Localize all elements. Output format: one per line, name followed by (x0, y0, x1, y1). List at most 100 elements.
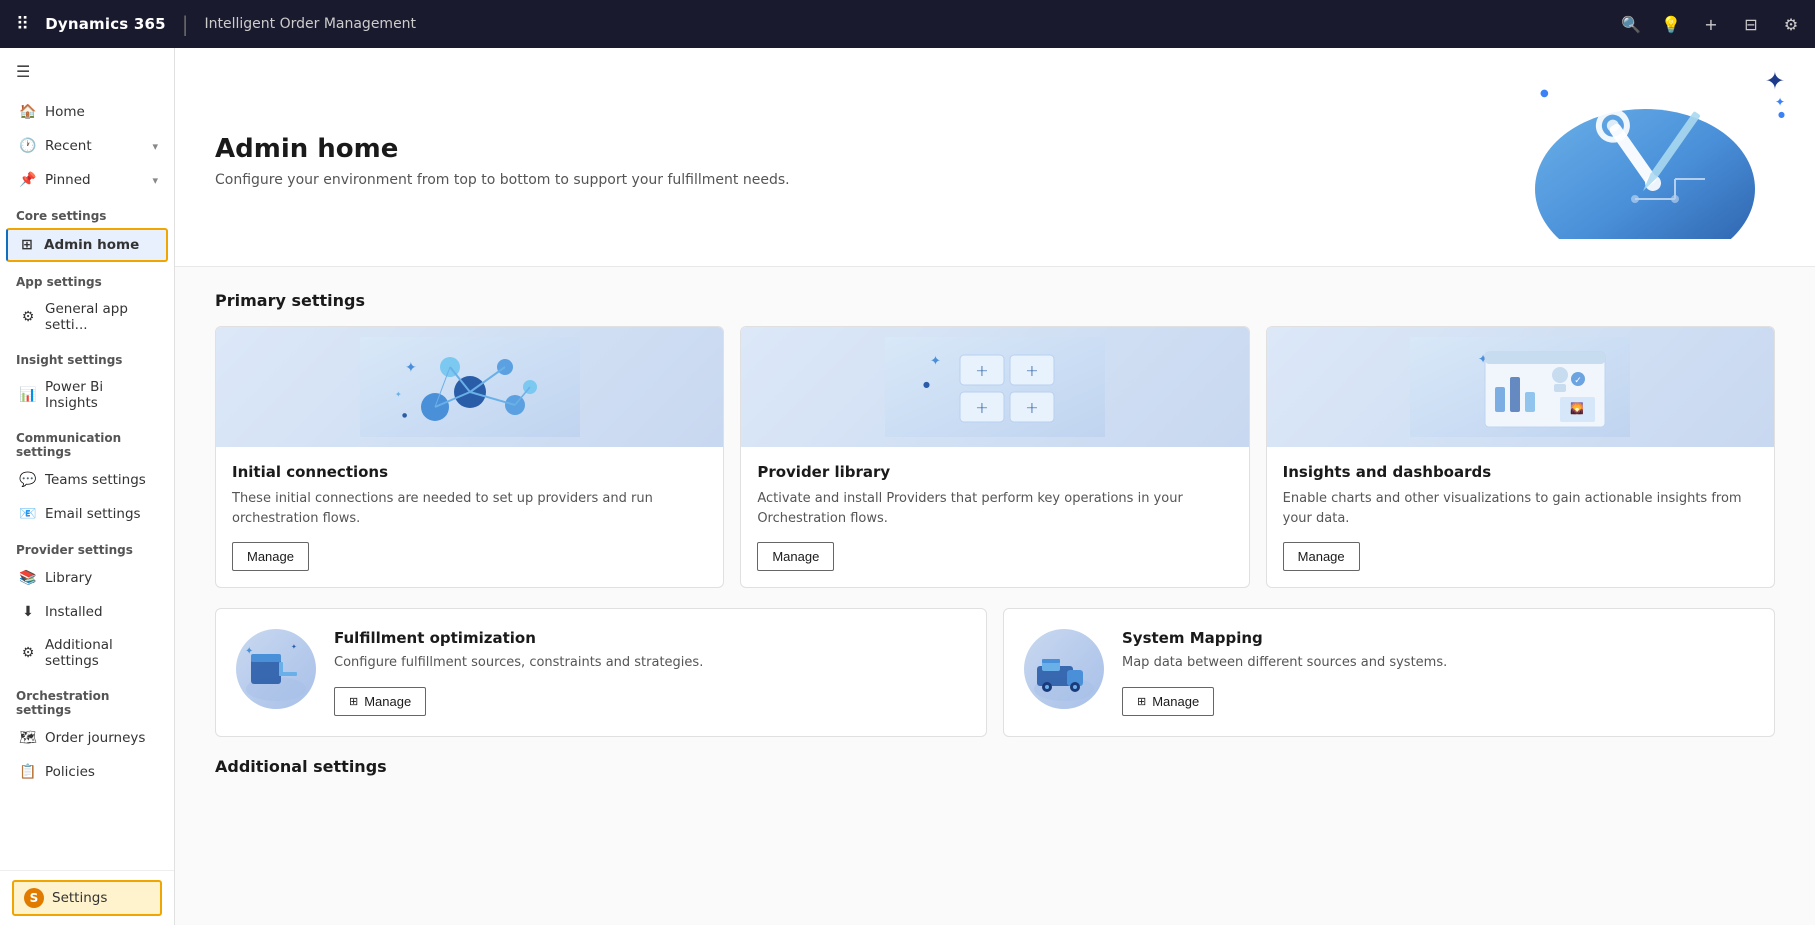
card-initial-connections-body: Initial connections These initial connec… (216, 447, 723, 587)
svg-text:🌄: 🌄 (1570, 402, 1584, 415)
manage-button-provider-library[interactable]: Manage (757, 542, 834, 571)
additional-settings-title: Additional settings (215, 757, 1775, 776)
hero-text: Admin home Configure your environment fr… (215, 134, 790, 188)
sidebar-item-library[interactable]: 📚 Library (0, 561, 174, 595)
manage-button-initial-connections[interactable]: Manage (232, 542, 309, 571)
sidebar-item-additional[interactable]: ⚙ Additional settings (0, 629, 174, 677)
manage-button-system-mapping[interactable]: ⊞ Manage (1122, 687, 1214, 716)
svg-text:✦: ✦ (405, 360, 417, 376)
hamburger-menu[interactable]: ☰ (0, 48, 174, 95)
card-provider-library-desc: Activate and install Providers that perf… (757, 489, 1232, 528)
section-orchestration-settings: Orchestration settings (0, 677, 174, 721)
home-icon: 🏠 (19, 103, 37, 121)
teams-icon: 💬 (19, 471, 37, 489)
manage-label: Manage (364, 694, 411, 709)
sidebar-item-power-bi[interactable]: 📊 Power Bi Insights (0, 371, 174, 419)
card-insights-dashboards: ✦ (1266, 326, 1775, 588)
sidebar-item-teams[interactable]: 💬 Teams settings (0, 463, 174, 497)
sidebar-item-order-journeys[interactable]: 🗺 Order journeys (0, 721, 174, 755)
sidebar-item-general-app[interactable]: ⚙ General app setti... (0, 293, 174, 341)
card-provider-library-body: Provider library Activate and install Pr… (741, 447, 1248, 587)
svg-text:+: + (1025, 361, 1038, 380)
manage-label: Manage (772, 549, 819, 564)
add-icon[interactable]: + (1699, 12, 1723, 36)
sidebar: ☰ 🏠 Home 🕐 Recent ▾ 📌 Pinned ▾ Core sett… (0, 48, 175, 925)
svg-text:✦: ✦ (930, 354, 941, 369)
card-initial-connections-image: ✦ ✦ ● (216, 327, 723, 447)
pinned-icon: 📌 (19, 171, 37, 189)
wide-cards-grid: ✦ ✦ Fulfillment optimization Configure f… (215, 608, 1775, 737)
manage-icon: ⊞ (349, 695, 358, 708)
main-layout: ☰ 🏠 Home 🕐 Recent ▾ 📌 Pinned ▾ Core sett… (0, 48, 1815, 925)
svg-text:✓: ✓ (1575, 376, 1583, 386)
sidebar-item-order-journeys-label: Order journeys (45, 730, 145, 746)
manage-label: Manage (1298, 549, 1345, 564)
sidebar-item-recent[interactable]: 🕐 Recent ▾ (0, 129, 174, 163)
sidebar-item-teams-label: Teams settings (45, 472, 146, 488)
section-insight-settings: Insight settings (0, 341, 174, 371)
manage-button-fulfillment[interactable]: ⊞ Manage (334, 687, 426, 716)
main-content: Admin home Configure your environment fr… (175, 48, 1815, 925)
recent-icon: 🕐 (19, 137, 37, 155)
card-fulfillment-title: Fulfillment optimization (334, 629, 966, 647)
sidebar-item-policies-label: Policies (45, 764, 95, 780)
svg-text:✦: ✦ (245, 646, 253, 657)
sidebar-item-power-bi-label: Power Bi Insights (45, 379, 158, 411)
sidebar-item-settings-bottom[interactable]: S Settings (12, 880, 162, 916)
sidebar-item-installed[interactable]: ⬇ Installed (0, 595, 174, 629)
topbar-separator: | (182, 12, 189, 36)
waffle-menu-icon[interactable]: ⠿ (12, 10, 33, 39)
manage-button-insights-dashboards[interactable]: Manage (1283, 542, 1360, 571)
card-insights-dashboards-body: Insights and dashboards Enable charts an… (1267, 447, 1774, 587)
insights-svg: ✦ (1410, 337, 1630, 437)
recent-chevron: ▾ (152, 140, 158, 153)
lightbulb-icon[interactable]: 💡 (1659, 12, 1683, 36)
card-system-mapping: System Mapping Map data between differen… (1003, 608, 1775, 737)
section-communication-settings: Communication settings (0, 419, 174, 463)
card-system-mapping-image (1024, 629, 1104, 709)
filter-icon[interactable]: ⊟ (1739, 12, 1763, 36)
svg-text:✦: ✦ (291, 643, 297, 651)
star-dot-icon: ● (1778, 111, 1785, 119)
manage-icon: ⊞ (1137, 695, 1146, 708)
sidebar-item-admin-home[interactable]: ⊞ Admin home (6, 228, 168, 262)
additional-icon: ⚙ (19, 644, 37, 662)
sidebar-item-library-label: Library (45, 570, 92, 586)
section-app-settings: App settings (0, 263, 174, 293)
card-fulfillment: ✦ ✦ Fulfillment optimization Configure f… (215, 608, 987, 737)
brand-label: Dynamics 365 (45, 15, 166, 33)
sidebar-item-home[interactable]: 🏠 Home (0, 95, 174, 129)
sidebar-item-installed-label: Installed (45, 604, 103, 620)
system-mapping-svg (1029, 634, 1099, 704)
settings-icon[interactable]: ⚙ (1779, 12, 1803, 36)
general-app-icon: ⚙ (19, 308, 37, 326)
app-name-label: Intelligent Order Management (205, 16, 417, 32)
manage-label: Manage (1152, 694, 1199, 709)
dot-icon: ● (1540, 88, 1549, 99)
card-initial-connections-title: Initial connections (232, 463, 707, 481)
sidebar-item-home-label: Home (45, 104, 85, 120)
library-icon: 📚 (19, 569, 37, 587)
sidebar-item-email-label: Email settings (45, 506, 141, 522)
fulfillment-svg: ✦ ✦ (241, 634, 311, 704)
sidebar-item-policies[interactable]: 📋 Policies (0, 755, 174, 789)
card-system-mapping-desc: Map data between different sources and s… (1122, 653, 1754, 673)
settings-avatar-icon: S (24, 888, 44, 908)
card-fulfillment-content: Fulfillment optimization Configure fulfi… (334, 629, 966, 716)
svg-text:+: + (975, 361, 988, 380)
svg-text:✦: ✦ (395, 390, 402, 399)
sidebar-nav: 🏠 Home 🕐 Recent ▾ 📌 Pinned ▾ Core settin… (0, 95, 174, 870)
sidebar-item-general-app-label: General app setti... (45, 301, 158, 333)
star-large-icon: ✦ (1765, 69, 1785, 93)
sidebar-item-recent-label: Recent (45, 138, 92, 154)
topbar: ⠿ Dynamics 365 | Intelligent Order Manag… (0, 0, 1815, 48)
card-insights-dashboards-title: Insights and dashboards (1283, 463, 1758, 481)
search-icon[interactable]: 🔍 (1619, 12, 1643, 36)
email-icon: 📧 (19, 505, 37, 523)
hero-decoration: ✦ ✦ ● (1765, 69, 1785, 119)
card-insights-dashboards-desc: Enable charts and other visualizations t… (1283, 489, 1758, 528)
hero-section: Admin home Configure your environment fr… (175, 48, 1815, 267)
sidebar-item-email[interactable]: 📧 Email settings (0, 497, 174, 531)
svg-text:+: + (975, 398, 988, 417)
sidebar-item-pinned[interactable]: 📌 Pinned ▾ (0, 163, 174, 197)
